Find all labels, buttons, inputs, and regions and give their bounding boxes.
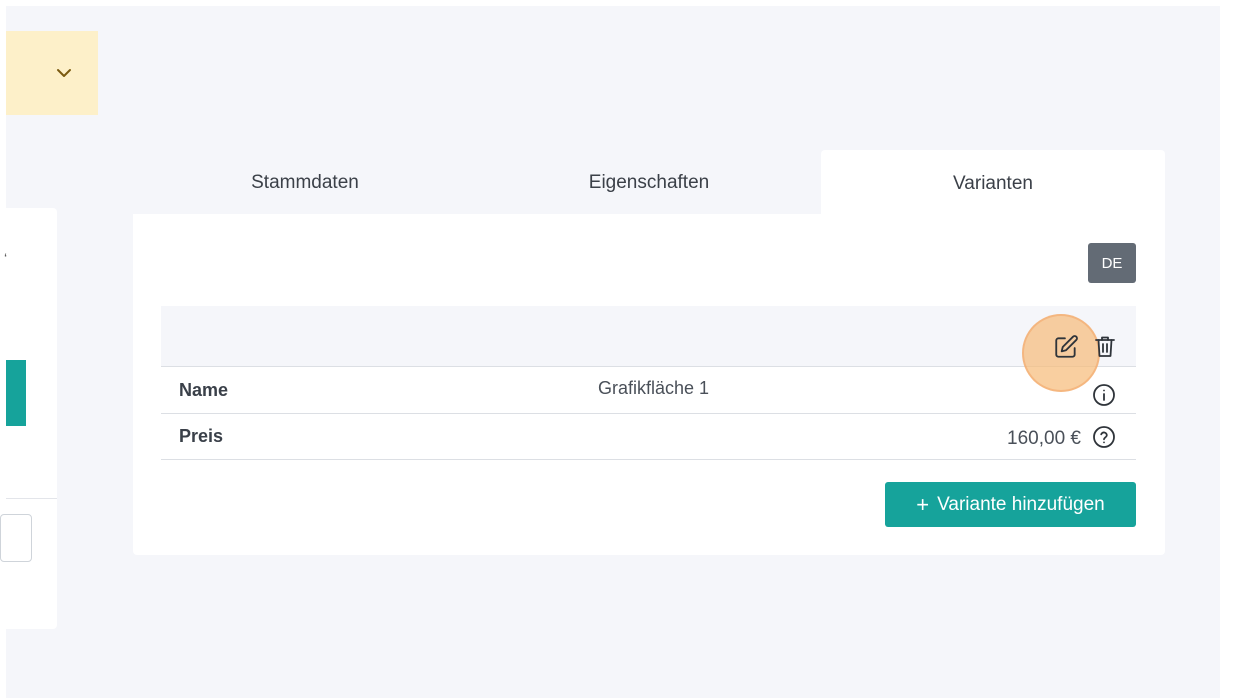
chevron-down-icon	[56, 68, 72, 78]
left-panel: ‘	[0, 208, 57, 629]
plus-icon: +	[916, 491, 930, 517]
input-field-cutoff[interactable]	[0, 514, 32, 562]
dropdown-toggle[interactable]	[6, 31, 98, 115]
add-variant-button[interactable]: + Variante hinzufügen	[885, 482, 1136, 527]
tab-label: Stammdaten	[251, 172, 359, 193]
variant-name-value: Grafikfläche 1	[598, 378, 710, 398]
info-icon[interactable]	[1092, 383, 1116, 407]
primary-button-cutoff[interactable]	[6, 360, 26, 426]
add-variant-label: Variante hinzufügen	[937, 493, 1105, 515]
variant-price-value: 160,00 €	[1007, 428, 1081, 449]
tab-eigenschaften[interactable]: Eigenschaften	[477, 150, 821, 216]
variant-row-price: Preis 160,00 €	[161, 413, 1136, 460]
tab-stammdaten[interactable]: Stammdaten	[133, 150, 477, 216]
row-label: Name	[179, 380, 229, 400]
tab-label: Eigenschaften	[588, 172, 710, 193]
language-badge[interactable]: DE	[1088, 243, 1136, 283]
tab-varianten[interactable]: Varianten	[821, 150, 1165, 216]
variant-row-name: Name Grafikfläche 1	[161, 367, 1136, 414]
row-label: Preis	[179, 426, 224, 446]
tab-label: Varianten	[953, 173, 1033, 194]
trash-icon[interactable]	[1093, 334, 1117, 360]
edit-icon[interactable]	[1053, 334, 1079, 360]
variants-card: DE Name Grafikfläche 1 Preis 160,00 € + …	[133, 214, 1165, 555]
divider	[6, 498, 57, 499]
variant-header	[161, 306, 1136, 367]
help-icon[interactable]	[1092, 425, 1116, 449]
cut-off-text: ‘	[4, 250, 8, 266]
